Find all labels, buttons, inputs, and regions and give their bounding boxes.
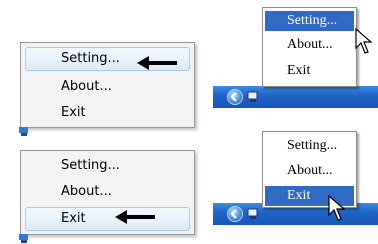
tray-app-icon[interactable]	[247, 208, 259, 220]
tray-app-icon	[19, 234, 28, 243]
menu-item-about[interactable]: About...	[265, 35, 354, 55]
arrow-left-icon	[115, 210, 155, 224]
menu-item-exit[interactable]: Exit	[25, 101, 190, 125]
menu-item-exit[interactable]: Exit	[265, 61, 354, 81]
menu-item-setting[interactable]: Setting...	[265, 136, 354, 156]
menu-item-setting[interactable]: Setting...	[265, 11, 354, 31]
menu-item-about[interactable]: About...	[25, 75, 190, 99]
tray-app-icon	[19, 127, 28, 136]
arrow-left-icon	[137, 56, 177, 70]
chevron-left-icon[interactable]	[227, 89, 243, 105]
mouse-cursor-icon	[355, 28, 373, 54]
context-menu-w7-top: Setting... About... Exit	[20, 42, 195, 128]
menu-item-about[interactable]: About...	[25, 180, 190, 204]
mouse-cursor-icon	[328, 195, 346, 221]
tray-app-icon[interactable]	[247, 91, 259, 103]
context-menu-w7-bottom: Setting... About... Exit	[20, 150, 195, 235]
menu-item-about[interactable]: About...	[265, 161, 354, 181]
taskbar-top	[213, 86, 378, 108]
menu-item-setting[interactable]: Setting...	[25, 154, 190, 178]
context-menu-xp-top: Setting... About... Exit	[262, 7, 357, 87]
chevron-left-icon[interactable]	[227, 206, 243, 222]
menu-item-exit[interactable]: Exit	[25, 207, 190, 231]
